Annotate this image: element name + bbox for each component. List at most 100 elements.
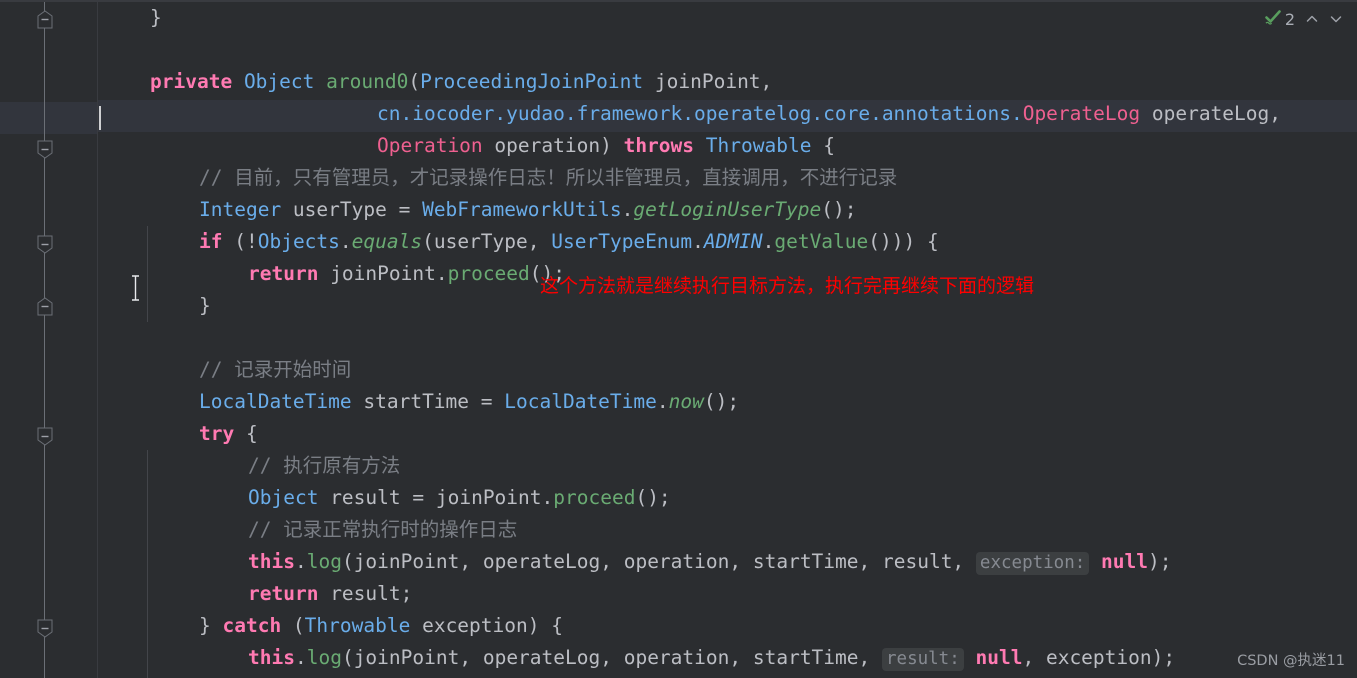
code-keyword: throws — [623, 134, 695, 157]
code-type-reference: WebFrameworkUtils — [422, 198, 622, 221]
text-cursor-caret — [99, 106, 101, 130]
code-method-call: now — [668, 390, 704, 413]
code-line[interactable]: // 记录正常执行时的操作日志 — [98, 514, 1357, 546]
code-type-reference: Integer — [199, 198, 282, 221]
code-type-reference: Object — [248, 486, 319, 509]
code-token: } — [199, 294, 211, 317]
fold-marker-fold-region-end[interactable] — [37, 619, 53, 638]
code-annotation-type: Operation — [377, 134, 483, 157]
code-line[interactable]: } catch (Throwable exception) { — [98, 610, 1357, 642]
code-token: ())) { — [868, 230, 939, 253]
fold-marker-fold-region-start[interactable] — [37, 297, 53, 316]
code-token: operation) — [494, 134, 612, 157]
code-method-call: proceed — [447, 262, 530, 285]
code-token: joinPoint. — [318, 262, 448, 285]
editor-gutter[interactable] — [0, 2, 97, 678]
code-line[interactable]: Object result = joinPoint.proceed(); — [98, 482, 1357, 514]
code-line[interactable]: private Object around0(ProceedingJoinPoi… — [98, 66, 1357, 98]
code-line[interactable] — [98, 34, 1357, 66]
code-token: . — [294, 550, 307, 573]
code-type-reference: LocalDateTime — [199, 390, 352, 413]
code-method-call: equals — [351, 230, 423, 253]
code-line[interactable]: this.log(joinPoint, operateLog, operatio… — [98, 642, 1357, 674]
fold-marker-fold-region-end[interactable] — [37, 427, 53, 446]
code-keyword: this — [248, 550, 295, 573]
code-type-reference: Object — [243, 70, 315, 93]
code-line[interactable]: // 记录开始时间 — [98, 354, 1357, 386]
code-type-reference: LocalDateTime — [504, 390, 657, 413]
source-code-text[interactable]: } private Object around0(ProceedingJoinP… — [98, 2, 1357, 674]
code-line[interactable]: // 执行原有方法 — [98, 450, 1357, 482]
code-line[interactable]: // 目前，只有管理员，才记录操作日志！所以非管理员，直接调用，不进行记录 — [98, 162, 1357, 194]
code-line[interactable]: LocalDateTime startTime = LocalDateTime.… — [98, 386, 1357, 418]
code-token: } — [150, 6, 162, 29]
code-token: (joinPoint, operateLog, operation, start… — [341, 550, 976, 573]
mouse-ibeam-cursor — [131, 275, 140, 301]
code-type-reference: UserTypeEnum — [551, 230, 693, 253]
code-keyword: return — [248, 582, 319, 605]
inspection-status-widget[interactable]: 2 — [1264, 8, 1347, 30]
code-token: exception) { — [410, 614, 563, 637]
code-token: ( — [281, 614, 305, 637]
inlay-parameter-hint: result: — [882, 648, 964, 671]
csdn-watermark: CSDN @执迷11 — [1237, 653, 1345, 669]
code-method-call: log — [306, 550, 342, 573]
code-line[interactable] — [98, 322, 1357, 354]
fold-marker-fold-region-start[interactable] — [37, 10, 53, 29]
code-keyword: this — [248, 646, 295, 669]
code-method-call: around0 — [326, 70, 409, 93]
code-method-call: getLoginUserType — [633, 198, 822, 221]
code-keyword: null — [1101, 550, 1148, 573]
code-method-call: getValue — [774, 230, 869, 253]
code-token: . — [339, 230, 352, 253]
code-keyword: private — [150, 70, 233, 93]
code-comment: // 记录正常执行时的操作日志 — [248, 518, 518, 541]
code-keyword: if — [199, 230, 223, 253]
previous-highlight-chevron-up-icon[interactable] — [1301, 8, 1323, 30]
next-highlight-chevron-down-icon[interactable] — [1325, 8, 1347, 30]
fold-marker-fold-region-end[interactable] — [37, 140, 53, 159]
code-line[interactable]: this.log(joinPoint, operateLog, operatio… — [98, 546, 1357, 578]
code-line[interactable]: Operation operation) throws Throwable { — [98, 130, 1357, 162]
code-token: ( — [408, 70, 421, 93]
code-line[interactable]: Integer userType = WebFrameworkUtils.get… — [98, 194, 1357, 226]
code-token: joinPoint, — [654, 70, 773, 93]
code-token: { — [811, 134, 835, 157]
ide-editor-window: } private Object around0(ProceedingJoinP… — [0, 0, 1357, 678]
code-keyword: try — [199, 422, 235, 445]
code-editor-area[interactable]: } private Object around0(ProceedingJoinP… — [98, 2, 1357, 678]
inspection-ok-icon — [1264, 8, 1282, 30]
code-line[interactable]: cn.iocoder.yudao.framework.operatelog.co… — [98, 98, 1357, 130]
code-keyword: return — [248, 262, 319, 285]
code-token: . — [621, 198, 634, 221]
code-token: (! — [222, 230, 258, 253]
code-comment: // 目前，只有管理员，才记录操作日志！所以非管理员，直接调用，不进行记录 — [199, 166, 898, 189]
inspection-warning-count: 2 — [1284, 9, 1295, 29]
code-token: { — [234, 422, 258, 445]
code-token: . — [762, 230, 775, 253]
code-token: ADMIN — [703, 230, 763, 253]
code-keyword: catch — [222, 614, 282, 637]
code-line[interactable]: return result; — [98, 578, 1357, 610]
inlay-parameter-hint: exception: — [975, 552, 1090, 575]
code-line[interactable]: if (!Objects.equals(userType, UserTypeEn… — [98, 226, 1357, 258]
code-line[interactable]: } — [98, 2, 1357, 34]
code-folding-vertical-line — [44, 2, 45, 678]
code-token: (joinPoint, operateLog, operation, start… — [341, 646, 882, 669]
code-token: operateLog, — [1151, 102, 1281, 125]
code-token: , exception); — [1022, 646, 1176, 669]
code-token: . — [692, 230, 704, 253]
code-token: startTime = — [351, 390, 505, 413]
code-token: ); — [1148, 550, 1172, 573]
fold-marker-fold-region-end[interactable] — [37, 235, 53, 254]
code-comment: // 记录开始时间 — [199, 358, 352, 381]
code-token: (); — [703, 390, 740, 413]
code-line[interactable]: try { — [98, 418, 1357, 450]
